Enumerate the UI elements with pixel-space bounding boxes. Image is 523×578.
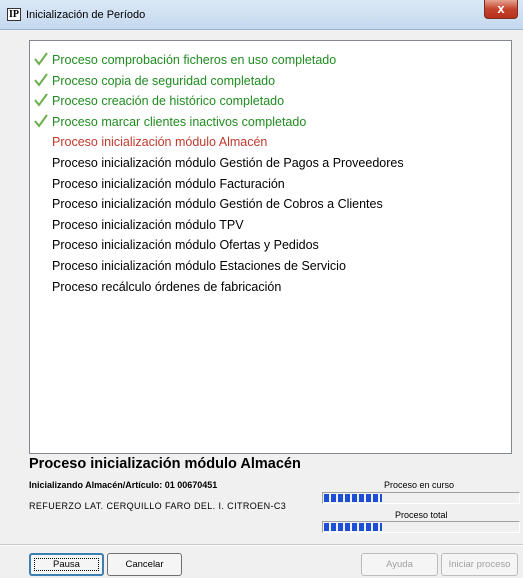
title-bar: IP Inicialización de Período x — [0, 0, 523, 30]
check-icon — [34, 73, 48, 87]
process-label: Proceso inicialización módulo Estaciones… — [52, 259, 346, 273]
window-title: Inicialización de Período — [26, 9, 146, 21]
process-label: Proceso copia de seguridad completado — [52, 73, 276, 88]
help-button[interactable]: Ayuda — [361, 553, 438, 576]
check-icon — [34, 52, 48, 66]
pause-button[interactable]: Pausa — [29, 553, 104, 576]
process-label: Proceso inicialización módulo Gestión de… — [52, 197, 383, 212]
current-process-title: Proceso inicialización módulo Almacén — [29, 456, 301, 472]
process-list: Proceso comprobación ficheros en uso com… — [29, 40, 512, 454]
process-label: Proceso inicialización módulo Facturació… — [52, 176, 285, 191]
process-label: Proceso recálculo órdenes de fabricación — [52, 279, 282, 294]
footer-separator — [0, 544, 523, 546]
focus-rectangle — [34, 558, 99, 571]
total-progress-bar — [322, 521, 520, 533]
process-label: Proceso inicialización módulo Gestión de… — [52, 156, 404, 170]
current-article-detail: Inicializando Almacén/Artículo: 01 00670… — [29, 480, 218, 490]
check-icon — [34, 93, 48, 107]
app-icon: IP — [7, 8, 21, 21]
current-progress-bar — [322, 492, 520, 504]
start-process-button[interactable]: Iniciar proceso — [441, 553, 518, 576]
process-label: Proceso marcar clientes inactivos comple… — [52, 114, 307, 129]
process-label: Proceso creación de histórico completado — [52, 94, 285, 109]
cancel-button[interactable]: Cancelar — [107, 553, 182, 576]
total-progress-fill — [324, 523, 382, 531]
process-label: Proceso comprobación ficheros en uso com… — [52, 53, 337, 67]
check-icon — [34, 114, 48, 128]
process-label: Proceso inicialización módulo Ofertas y … — [52, 238, 319, 253]
process-label: Proceso inicialización módulo TPV — [52, 217, 244, 232]
article-description: REFUERZO LAT. CERQUILLO FARO DEL. I. CIT… — [29, 501, 287, 511]
cancel-button-label: Cancelar — [125, 559, 164, 570]
help-button-label: Ayuda — [386, 559, 413, 570]
close-button[interactable]: x — [484, 0, 518, 19]
process-label: Proceso inicialización módulo Almacén — [52, 135, 268, 150]
current-progress-label: Proceso en curso — [384, 480, 455, 490]
start-process-button-label: Iniciar proceso — [448, 559, 511, 570]
total-progress-label: Proceso total — [395, 510, 448, 520]
current-progress-fill — [324, 494, 382, 502]
